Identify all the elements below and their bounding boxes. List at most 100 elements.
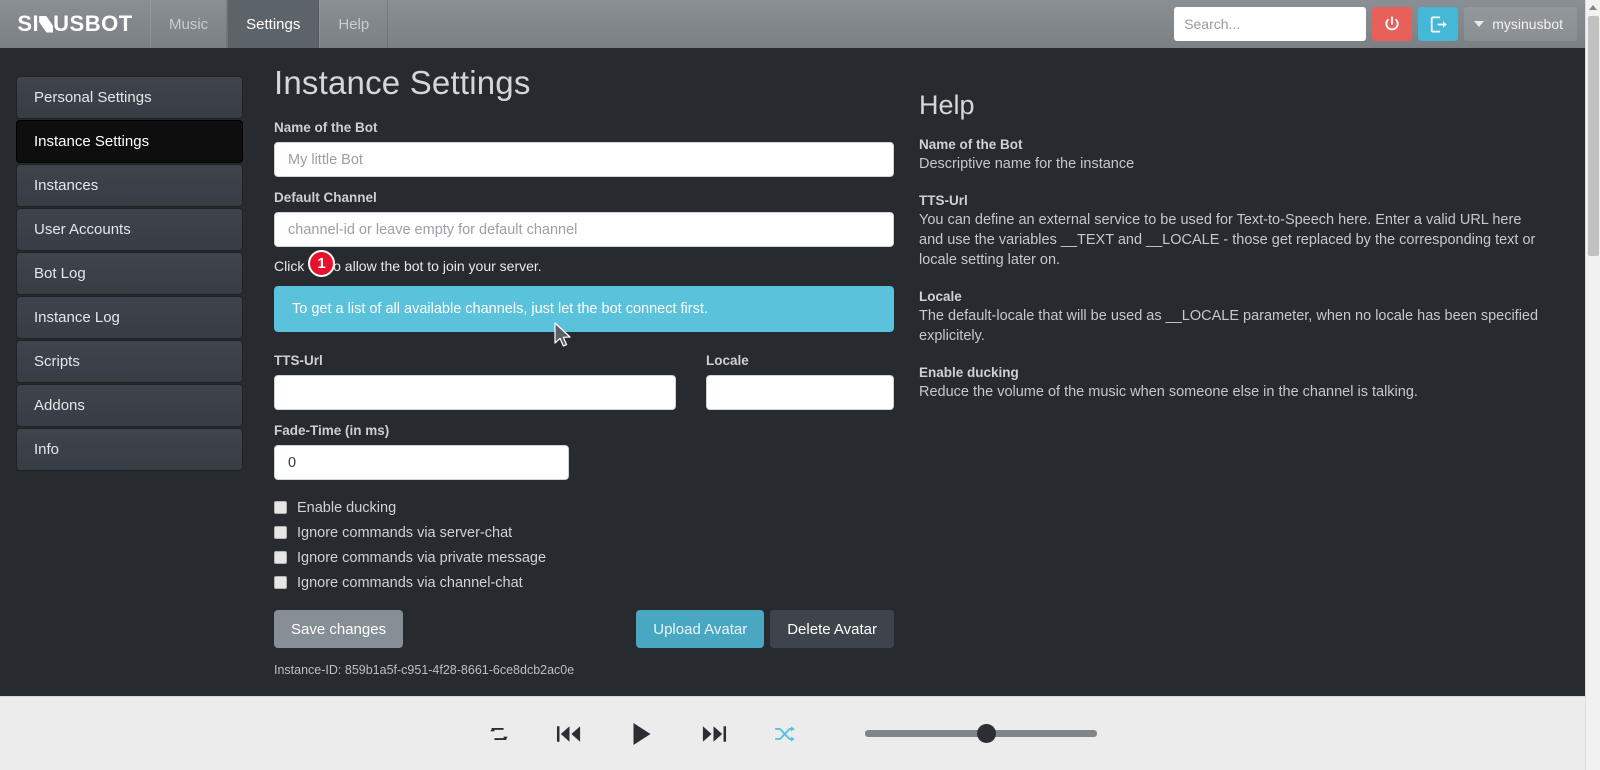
options-checkbox-list: Enable ducking Ignore commands via serve…: [274, 495, 894, 595]
user-menu-label: mysinusbot: [1492, 16, 1563, 32]
help-entry-name-of-the-bot: Name of the Bot Descriptive name for the…: [919, 137, 1544, 174]
channels-info-box: To get a list of all available channels,…: [274, 286, 894, 332]
content-area: Personal Settings Instance Settings Inst…: [0, 48, 1585, 696]
sidebar-item-user-accounts[interactable]: User Accounts: [16, 208, 243, 251]
sidebar-item-label: Personal Settings: [34, 89, 152, 106]
annotation-badge-1: 1: [308, 250, 335, 277]
sidebar-item-instances[interactable]: Instances: [16, 164, 243, 207]
checkbox-label: Ignore commands via private message: [297, 550, 546, 566]
previous-track-button[interactable]: [556, 722, 583, 746]
power-button[interactable]: [1372, 7, 1412, 41]
power-icon: [1383, 15, 1401, 33]
play-button[interactable]: [629, 721, 654, 747]
tts-url-input[interactable]: [274, 375, 676, 410]
checkbox-row-ignore-private-message[interactable]: Ignore commands via private message: [274, 545, 894, 570]
play-icon: [629, 721, 654, 747]
sidebar-item-bot-log[interactable]: Bot Log: [16, 252, 243, 295]
sidebar-item-scripts[interactable]: Scripts: [16, 340, 243, 383]
name-of-bot-group: Name of the Bot: [274, 120, 894, 177]
checkbox-ignore-server-chat[interactable]: [274, 526, 287, 539]
previous-track-icon: [556, 722, 583, 746]
fade-time-input[interactable]: [274, 445, 569, 480]
help-entry-locale: Locale The default-locale that will be u…: [919, 289, 1544, 346]
nav-tab-settings-label: Settings: [246, 16, 300, 33]
fade-time-group: Fade-Time (in ms): [274, 423, 894, 480]
scrollbar-thumb[interactable]: [1588, 16, 1599, 256]
help-entry-enable-ducking: Enable ducking Reduce the volume of the …: [919, 365, 1544, 402]
channel-hint-prefix: Click: [274, 258, 308, 274]
nav-tab-settings[interactable]: Settings: [227, 0, 319, 48]
help-definition: Descriptive name for the instance: [919, 154, 1544, 174]
save-changes-button[interactable]: Save changes: [274, 610, 403, 648]
logo-n-glyph: [39, 16, 53, 33]
default-channel-label: Default Channel: [274, 190, 894, 205]
channel-hint-suffix: to allow the bot to join your server.: [325, 258, 541, 274]
top-bar-right-group: mysinusbot: [1174, 0, 1585, 48]
locale-input[interactable]: [706, 375, 894, 410]
name-of-bot-label: Name of the Bot: [274, 120, 894, 135]
shuffle-icon: [773, 723, 797, 745]
checkbox-ignore-channel-chat[interactable]: [274, 576, 287, 589]
sidebar-item-instance-log[interactable]: Instance Log: [16, 296, 243, 339]
volume-slider[interactable]: [865, 724, 1097, 744]
delete-avatar-button[interactable]: Delete Avatar: [770, 610, 894, 648]
user-menu[interactable]: mysinusbot: [1464, 7, 1577, 41]
sidebar-item-info[interactable]: Info: [16, 428, 243, 471]
avatar-button-group: Upload Avatar Delete Avatar: [636, 610, 894, 648]
fade-time-label: Fade-Time (in ms): [274, 423, 894, 438]
checkbox-label: Enable ducking: [297, 500, 396, 516]
checkbox-label: Ignore commands via channel-chat: [297, 575, 523, 591]
sidebar-item-addons[interactable]: Addons: [16, 384, 243, 427]
search-input[interactable]: [1174, 7, 1366, 41]
form-button-row: Save changes Upload Avatar Delete Avatar: [274, 610, 894, 648]
nav-tab-music[interactable]: Music: [150, 0, 227, 48]
player-bar: [0, 696, 1585, 770]
checkbox-label: Ignore commands via server-chat: [297, 525, 512, 541]
sidebar-item-label: Info: [34, 441, 59, 458]
app-root: SI USBOT Music Settings Help: [0, 0, 1600, 770]
help-term: Name of the Bot: [919, 137, 1544, 152]
help-entry-tts-url: TTS-Url You can define an external servi…: [919, 193, 1544, 270]
page-title: Instance Settings: [274, 64, 894, 102]
chevron-down-icon: [1474, 21, 1484, 27]
checkbox-enable-ducking[interactable]: [274, 501, 287, 514]
checkbox-row-enable-ducking[interactable]: Enable ducking: [274, 495, 894, 520]
sidebar-item-label: Instance Settings: [34, 133, 149, 150]
channel-hint-line: Click ( ) to allow the bot to join your …: [274, 256, 894, 276]
top-navigation-bar: SI USBOT Music Settings Help: [0, 0, 1585, 48]
help-definition: Reduce the volume of the music when some…: [919, 382, 1544, 402]
sidebar-item-label: Bot Log: [34, 265, 86, 282]
channels-info-text: To get a list of all available channels,…: [292, 301, 708, 317]
sinusbot-logo[interactable]: SI USBOT: [0, 0, 150, 48]
instance-id-text: Instance-ID: 859b1a5f-c951-4f28-8661-6ce…: [274, 663, 894, 677]
help-title: Help: [919, 90, 1544, 121]
logout-button[interactable]: [1418, 7, 1458, 41]
scrollbar-up-arrow[interactable]: [1586, 0, 1600, 15]
instance-settings-form: Instance Settings Name of the Bot Defaul…: [274, 64, 894, 677]
shuffle-button[interactable]: [773, 723, 797, 745]
sidebar-item-label: Scripts: [34, 353, 80, 370]
volume-slider-thumb[interactable]: [977, 724, 996, 743]
sidebar-item-personal-settings[interactable]: Personal Settings: [16, 76, 243, 119]
sidebar-item-instance-settings[interactable]: Instance Settings: [16, 120, 243, 163]
next-track-button[interactable]: [700, 722, 727, 746]
name-of-bot-input[interactable]: [274, 142, 894, 177]
logo-text-after: USBOT: [53, 11, 133, 37]
checkbox-row-ignore-channel-chat[interactable]: Ignore commands via channel-chat: [274, 570, 894, 595]
next-track-icon: [700, 722, 727, 746]
locale-group: Locale: [706, 353, 894, 410]
help-definition: You can define an external service to be…: [919, 210, 1544, 270]
help-term: Locale: [919, 289, 1544, 304]
upload-avatar-button[interactable]: Upload Avatar: [636, 610, 764, 648]
logo-text-before: SI: [17, 11, 39, 37]
default-channel-input[interactable]: [274, 212, 894, 247]
help-term: Enable ducking: [919, 365, 1544, 380]
page-scrollbar[interactable]: [1585, 0, 1600, 770]
nav-tab-help[interactable]: Help: [319, 0, 388, 48]
checkbox-row-ignore-server-chat[interactable]: Ignore commands via server-chat: [274, 520, 894, 545]
help-panel: Help Name of the Bot Descriptive name fo…: [919, 90, 1544, 421]
repeat-button[interactable]: [488, 723, 510, 745]
checkbox-ignore-private-message[interactable]: [274, 551, 287, 564]
sidebar-item-label: Instance Log: [34, 309, 120, 326]
logout-icon: [1429, 15, 1448, 34]
